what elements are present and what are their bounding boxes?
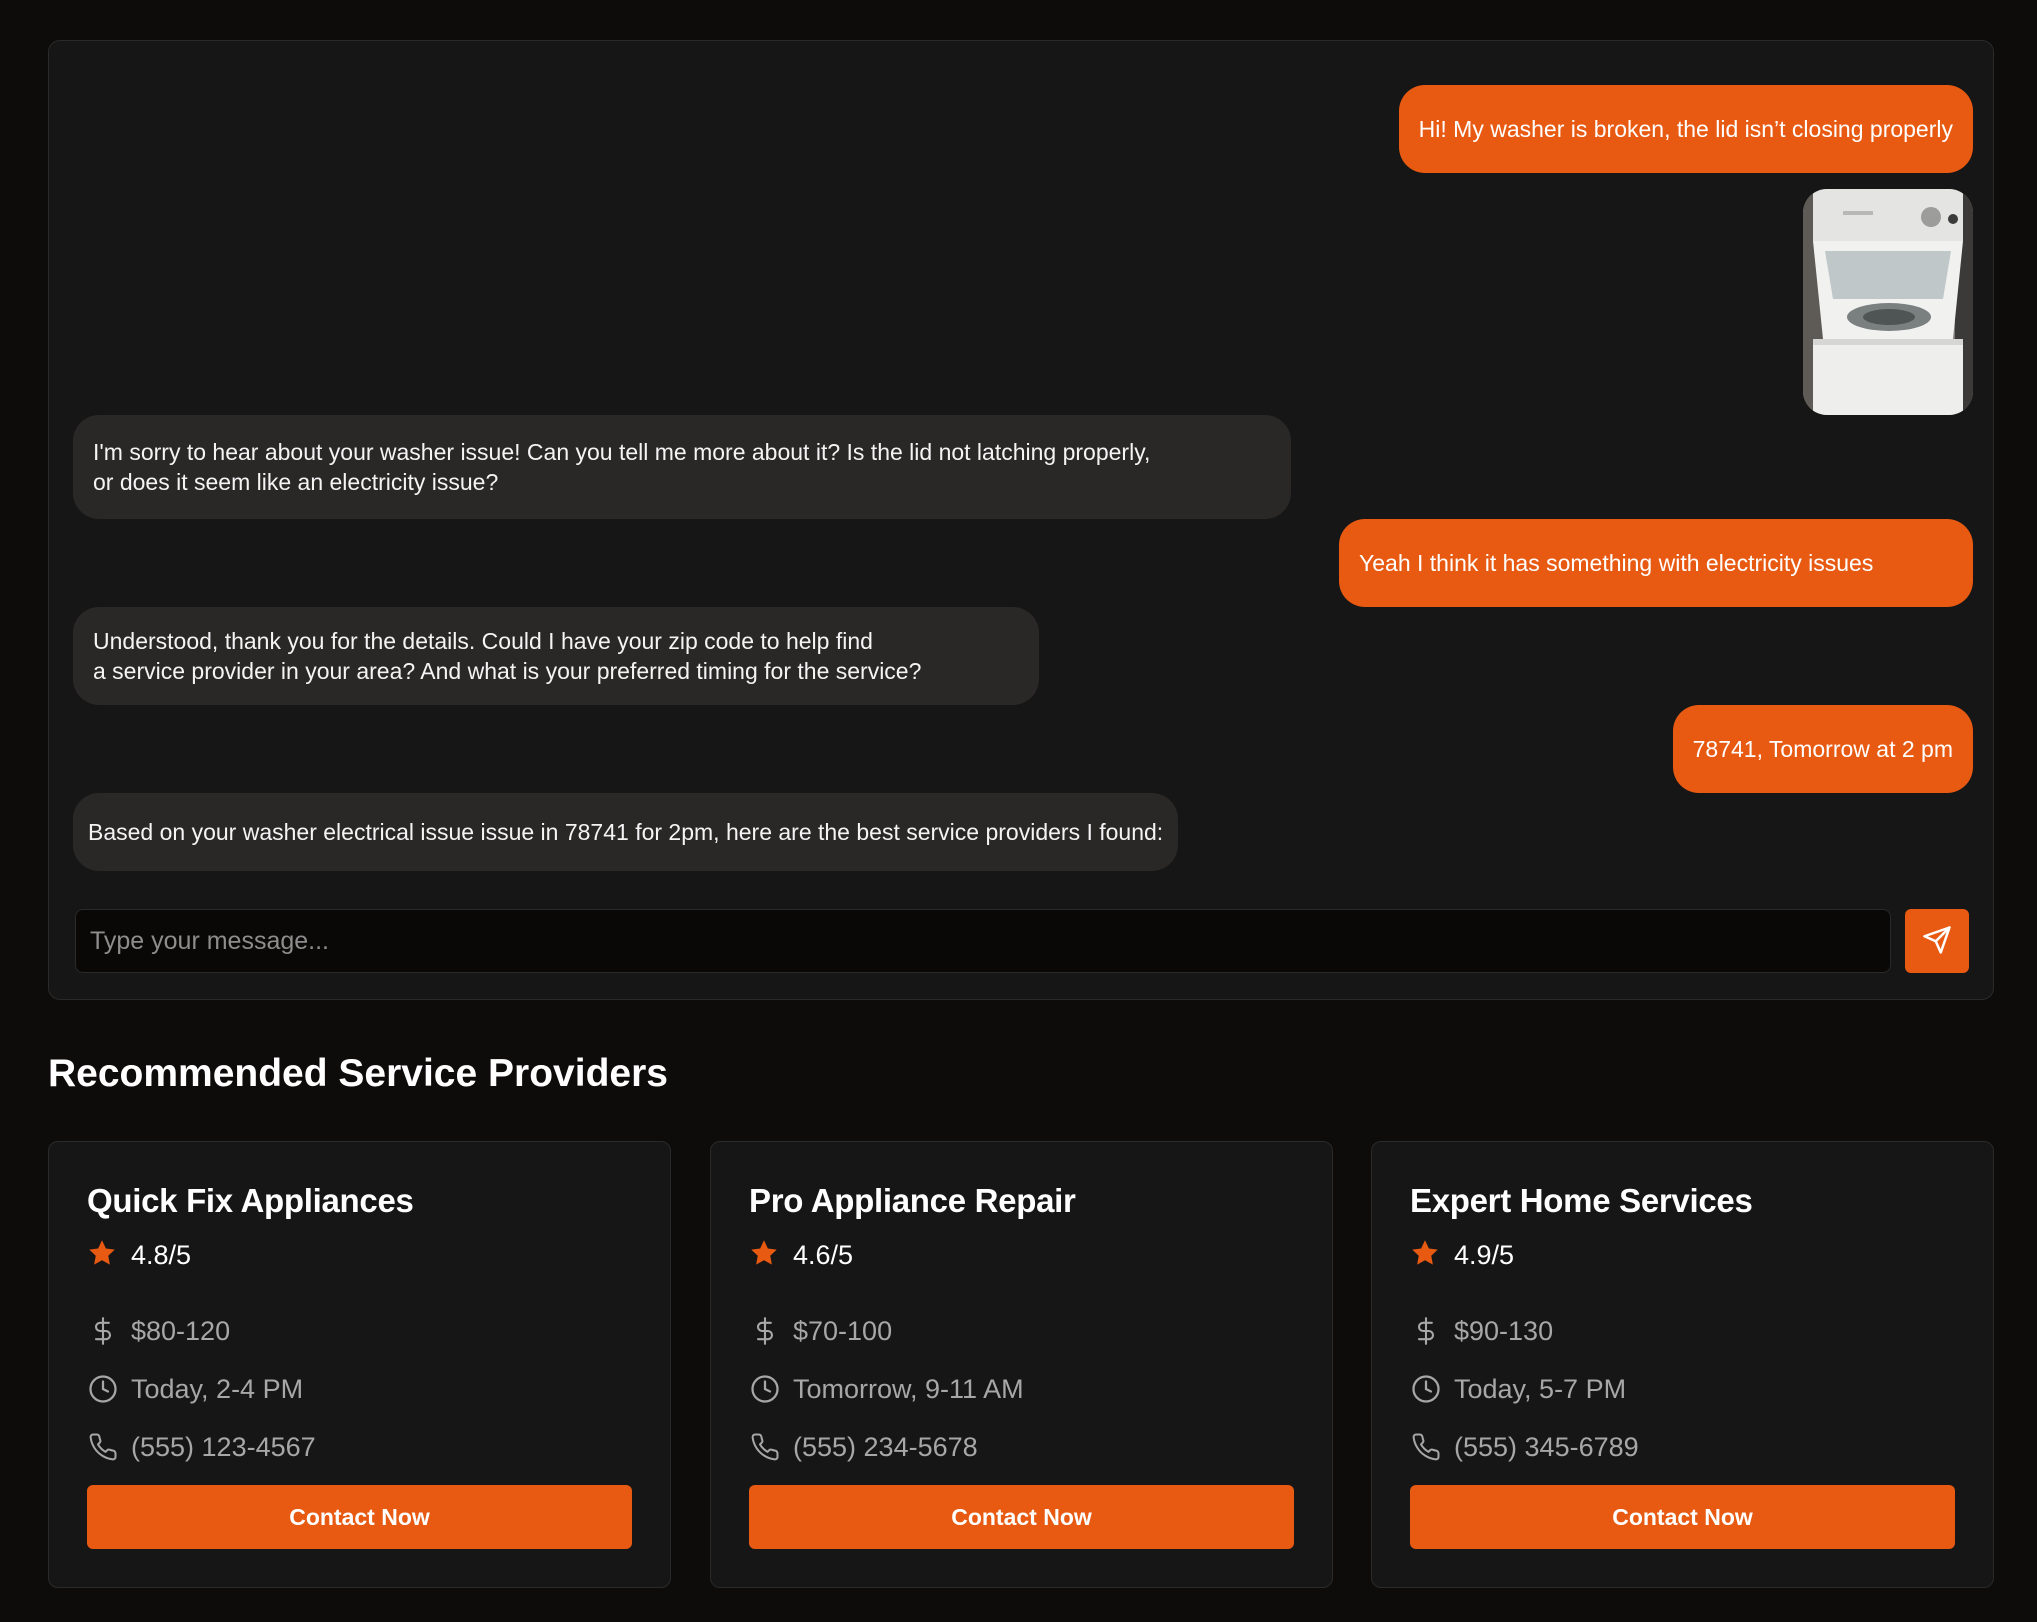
provider-card: Expert Home Services 4.9/5 $90-130 Today…	[1371, 1141, 1994, 1588]
contact-now-button[interactable]: Contact Now	[749, 1485, 1294, 1549]
availability-row: Today, 2-4 PM	[87, 1372, 303, 1406]
availability: Today, 2-4 PM	[131, 1373, 304, 1404]
washer-photo-image	[1803, 189, 1973, 415]
send-icon	[1922, 925, 1952, 958]
phone-number: (555) 123-4567	[131, 1431, 316, 1462]
availability-row: Today, 5-7 PM	[1410, 1372, 1626, 1406]
availability: Today, 5-7 PM	[1454, 1373, 1627, 1404]
contact-now-button[interactable]: Contact Now	[1410, 1485, 1955, 1549]
phone-icon	[87, 1431, 119, 1463]
user-message: Hi! My washer is broken, the lid isn’t c…	[1398, 85, 1973, 173]
price-range: $80-120	[131, 1315, 231, 1346]
assistant-message: Based on your washer electrical issue is…	[73, 793, 1179, 871]
dollar-icon	[749, 1315, 781, 1347]
assistant-message: I'm sorry to hear about your washer issu…	[73, 415, 1291, 519]
phone-icon	[1410, 1431, 1442, 1463]
clock-icon	[749, 1373, 781, 1405]
provider-rating: 4.6/5	[749, 1238, 853, 1272]
rating-value: 4.6/5	[793, 1239, 854, 1270]
provider-name: Quick Fix Appliances	[87, 1182, 414, 1219]
phone-number: (555) 234-5678	[793, 1431, 978, 1462]
contact-now-button[interactable]: Contact Now	[87, 1485, 632, 1549]
rating-value: 4.8/5	[131, 1239, 192, 1270]
provider-rating: 4.9/5	[1410, 1238, 1514, 1272]
washer-photo[interactable]	[1803, 189, 1973, 415]
user-message: 78741, Tomorrow at 2 pm	[1672, 705, 1973, 793]
price-range: $70-100	[793, 1315, 893, 1346]
price-row: $70-100	[749, 1314, 892, 1348]
message-composer	[75, 909, 1969, 973]
phone-icon	[749, 1431, 781, 1463]
provider-card: Pro Appliance Repair 4.6/5 $70-100 Tomor…	[710, 1141, 1333, 1588]
dollar-icon	[1410, 1315, 1442, 1347]
star-icon	[1410, 1238, 1440, 1273]
star-icon	[749, 1238, 779, 1273]
provider-rating: 4.8/5	[87, 1238, 191, 1272]
phone-row: (555) 234-5678	[749, 1430, 978, 1464]
provider-name: Pro Appliance Repair	[749, 1182, 1076, 1219]
clock-icon	[1410, 1373, 1442, 1405]
chat-panel: Hi! My washer is broken, the lid isn’t c…	[48, 40, 1994, 1000]
phone-number: (555) 345-6789	[1454, 1431, 1639, 1462]
price-row: $80-120	[87, 1314, 230, 1348]
send-button[interactable]	[1905, 909, 1969, 973]
clock-icon	[87, 1373, 119, 1405]
user-message: Yeah I think it has something with elect…	[1339, 519, 1973, 607]
assistant-message: Understood, thank you for the details. C…	[73, 607, 1039, 705]
phone-row: (555) 123-4567	[87, 1430, 316, 1464]
section-title: Recommended Service Providers	[48, 1052, 668, 1095]
star-icon	[87, 1238, 117, 1273]
provider-name: Expert Home Services	[1410, 1182, 1753, 1219]
availability-row: Tomorrow, 9-11 AM	[749, 1372, 1024, 1406]
phone-row: (555) 345-6789	[1410, 1430, 1639, 1464]
provider-card: Quick Fix Appliances 4.8/5 $80-120 Today…	[48, 1141, 671, 1588]
message-input[interactable]	[75, 909, 1891, 973]
price-range: $90-130	[1454, 1315, 1554, 1346]
dollar-icon	[87, 1315, 119, 1347]
availability: Tomorrow, 9-11 AM	[793, 1373, 1024, 1404]
price-row: $90-130	[1410, 1314, 1553, 1348]
rating-value: 4.9/5	[1454, 1239, 1515, 1270]
